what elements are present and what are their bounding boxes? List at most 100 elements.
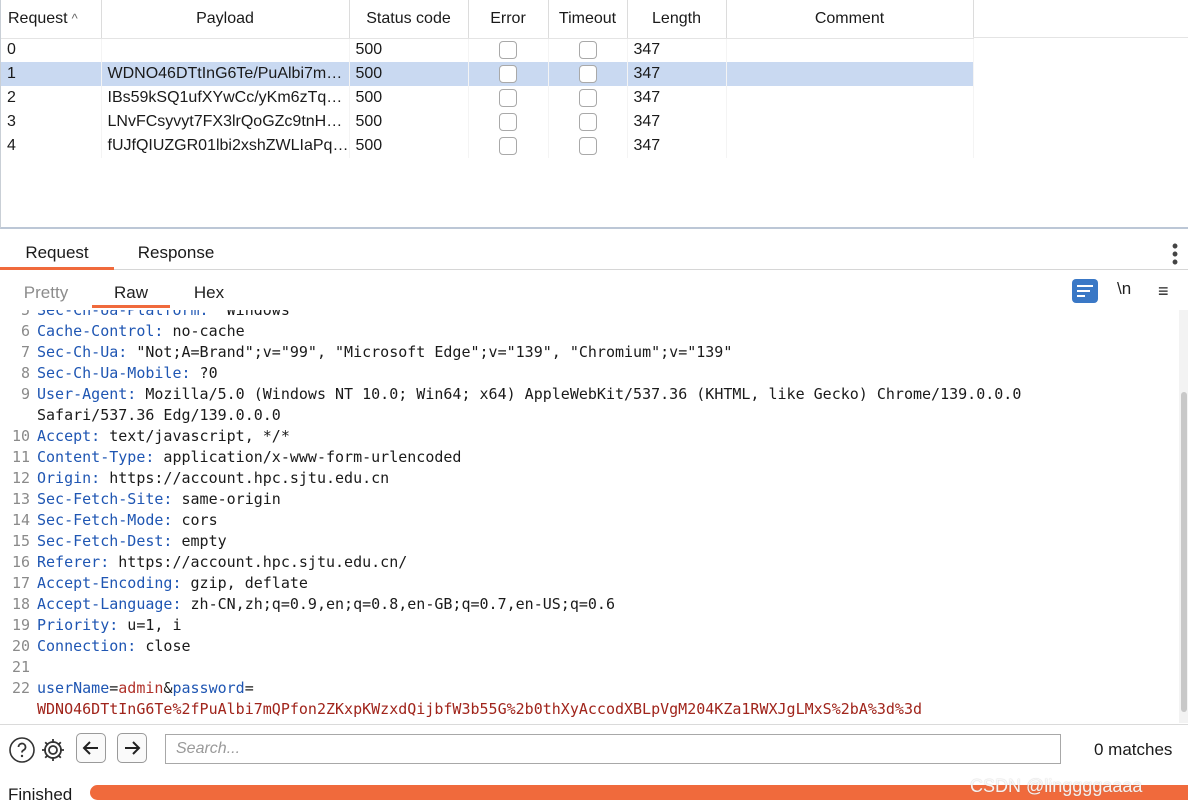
error-checkbox[interactable] bbox=[499, 88, 517, 107]
cell-error bbox=[468, 62, 549, 86]
column-header-length[interactable]: Length bbox=[627, 0, 727, 39]
header-value: zh-CN,zh;q=0.9,en;q=0.8,en-GB;q=0.7,en-U… bbox=[181, 595, 615, 613]
arrow-left-icon bbox=[82, 741, 98, 755]
settings-gear-icon[interactable] bbox=[40, 737, 66, 763]
cell-status-code: 500 bbox=[349, 110, 469, 134]
table-row[interactable]: 4 fUJfQIUZGR01lbi2xshZWLIaPq0x 500 347 bbox=[1, 134, 974, 158]
param-operator: = bbox=[244, 679, 254, 697]
header-name: Sec-Ch-Ua-Platform: bbox=[37, 310, 209, 319]
header-value: same-origin bbox=[172, 490, 281, 508]
column-header-error[interactable]: Error bbox=[468, 0, 549, 39]
header-value: "Windows" bbox=[208, 310, 299, 319]
column-header-timeout[interactable]: Timeout bbox=[548, 0, 628, 39]
header-value: Safari/537.36 Edg/139.0.0.0 bbox=[37, 406, 281, 424]
cell-error bbox=[468, 86, 549, 110]
line-content: Sec-Fetch-Site: same-origin bbox=[37, 489, 281, 510]
code-line: Safari/537.36 Edg/139.0.0.0 bbox=[0, 405, 1178, 426]
error-checkbox[interactable] bbox=[499, 136, 517, 155]
header-value: application/x-www-form-urlencoded bbox=[154, 448, 462, 466]
column-header-label: Payload bbox=[196, 9, 254, 27]
table-row[interactable]: 3 LNvFCsyvyt7FX3lrQoGZc9tnHqPb1 500 347 bbox=[1, 110, 974, 134]
cell-request: 3 bbox=[1, 110, 102, 134]
cell-error bbox=[468, 134, 549, 158]
column-header-request[interactable]: Request ^ bbox=[1, 0, 102, 39]
code-line: 14 Sec-Fetch-Mode: cors bbox=[0, 510, 1178, 531]
error-checkbox[interactable] bbox=[499, 112, 517, 131]
tab-hex[interactable]: Hex bbox=[180, 276, 238, 310]
results-table: Request ^ Payload Status code Error Timeout Le… bbox=[1, 0, 974, 158]
results-table-panel: Request ^ Payload Status code Error Timeout Le… bbox=[0, 0, 1188, 229]
tab-pretty[interactable]: Pretty bbox=[12, 276, 80, 310]
line-number: 11 bbox=[11, 448, 30, 466]
column-header-comment[interactable]: Comment bbox=[726, 0, 974, 39]
header-value: gzip, deflate bbox=[181, 574, 308, 592]
cell-comment bbox=[726, 134, 974, 158]
line-number: 9 bbox=[20, 385, 30, 403]
cell-payload: LNvFCsyvyt7FX3lrQoGZc9tnHqPb1 bbox=[101, 110, 350, 134]
header-name: User-Agent: bbox=[37, 385, 137, 403]
table-row[interactable]: 0 500 347 bbox=[1, 38, 974, 62]
more-options-icon[interactable]: • • • bbox=[1170, 237, 1180, 271]
error-checkbox[interactable] bbox=[499, 64, 517, 83]
line-content: Referer: https://account.hpc.sjtu.edu.cn… bbox=[37, 552, 407, 573]
table-row[interactable]: 2IBs59kSQ1ufXYwCc/yKm6zTq8BHvn0RdPlk2Jw5… bbox=[1, 86, 974, 110]
code-line: 20 Connection: close bbox=[0, 636, 1178, 657]
header-name: Connection: bbox=[37, 637, 137, 655]
table-row[interactable]: 1WDNO46DTtInG6Te/PuAlbi7mQPfon2ZKxpKWzxd… bbox=[1, 62, 974, 86]
tab-response[interactable]: Response bbox=[120, 236, 232, 270]
column-header-status-code[interactable]: Status code bbox=[349, 0, 469, 39]
code-line: 13 Sec-Fetch-Site: same-origin bbox=[0, 489, 1178, 510]
cell-status-code: 500 bbox=[349, 38, 469, 62]
timeout-checkbox[interactable] bbox=[578, 41, 597, 60]
column-header-label: Length bbox=[652, 9, 701, 27]
table-body: 05003471WDNO46DTtInG6Te/PuAlbi7mQPfon2ZK… bbox=[1, 38, 974, 158]
previous-match-button[interactable] bbox=[76, 733, 106, 763]
line-content: Accept: text/javascript, */* bbox=[37, 426, 290, 447]
table-header-row: Request ^ Payload Status code Error Timeout Le… bbox=[1, 0, 974, 39]
cell-timeout bbox=[548, 38, 628, 62]
search-input[interactable] bbox=[165, 734, 1061, 764]
error-checkbox[interactable] bbox=[499, 41, 517, 60]
word-wrap-icon[interactable] bbox=[1072, 279, 1098, 303]
raw-request-editor[interactable]: 5 Sec-Ch-Ua-Platform: "Windows" 6 Cache-Con… bbox=[0, 310, 1178, 723]
show-newlines-button[interactable]: \n bbox=[1117, 279, 1131, 299]
cell-length: 347 bbox=[627, 134, 727, 158]
next-match-button[interactable] bbox=[117, 733, 147, 763]
header-value: https://account.hpc.sjtu.edu.cn/ bbox=[109, 553, 408, 571]
header-value: u=1, i bbox=[118, 616, 182, 634]
tab-raw[interactable]: Raw bbox=[92, 276, 170, 310]
header-value: cors bbox=[172, 511, 218, 529]
help-icon[interactable] bbox=[9, 737, 35, 763]
timeout-checkbox[interactable] bbox=[578, 112, 597, 131]
code-line: 15 Sec-Fetch-Dest: empty bbox=[0, 531, 1178, 552]
code-line: 22 userName=admin&password= bbox=[0, 678, 1178, 699]
header-name: Origin: bbox=[37, 469, 101, 487]
column-header-label: Error bbox=[490, 9, 526, 27]
line-content: Cache-Control: no-cache bbox=[37, 321, 245, 342]
column-header-label: Comment bbox=[814, 9, 885, 27]
header-value: ?0 bbox=[190, 364, 218, 382]
timeout-checkbox[interactable] bbox=[578, 64, 597, 83]
code-line: 9 User-Agent: Mozilla/5.0 (Windows NT 10.… bbox=[0, 384, 1178, 405]
param-name: password bbox=[172, 679, 245, 697]
header-value: https://account.hpc.sjtu.edu.cn bbox=[100, 469, 390, 487]
line-content: WDNO46DTtInG6Te%2fPuAlbi7mQPfon2ZKxpKWzx… bbox=[37, 699, 922, 720]
timeout-checkbox[interactable] bbox=[578, 88, 597, 107]
column-header-label: Request bbox=[8, 9, 68, 27]
code-line: 5 Sec-Ch-Ua-Platform: "Windows" bbox=[0, 310, 1178, 321]
timeout-checkbox[interactable] bbox=[578, 136, 597, 155]
editor-menu-icon[interactable]: ≡ bbox=[1158, 281, 1169, 302]
view-tabs: Pretty Raw Hex bbox=[0, 276, 1188, 310]
param-value: admin bbox=[118, 679, 164, 697]
code-line: WDNO46DTtInG6Te%2fPuAlbi7mQPfon2ZKxpKWzx… bbox=[0, 699, 1178, 720]
tab-request[interactable]: Request bbox=[0, 236, 114, 270]
editor-scrollbar-thumb[interactable] bbox=[1181, 392, 1187, 712]
header-value: text/javascript, */* bbox=[100, 427, 290, 445]
line-number: 16 bbox=[11, 553, 30, 571]
line-number: 13 bbox=[11, 490, 30, 508]
watermark: CSDN @linggggaaaa bbox=[970, 776, 1143, 796]
cell-request: 4 bbox=[1, 134, 102, 158]
column-header-payload[interactable]: Payload bbox=[101, 0, 350, 39]
header-name: Sec-Fetch-Mode: bbox=[37, 511, 173, 529]
line-content: Connection: close bbox=[37, 636, 191, 657]
